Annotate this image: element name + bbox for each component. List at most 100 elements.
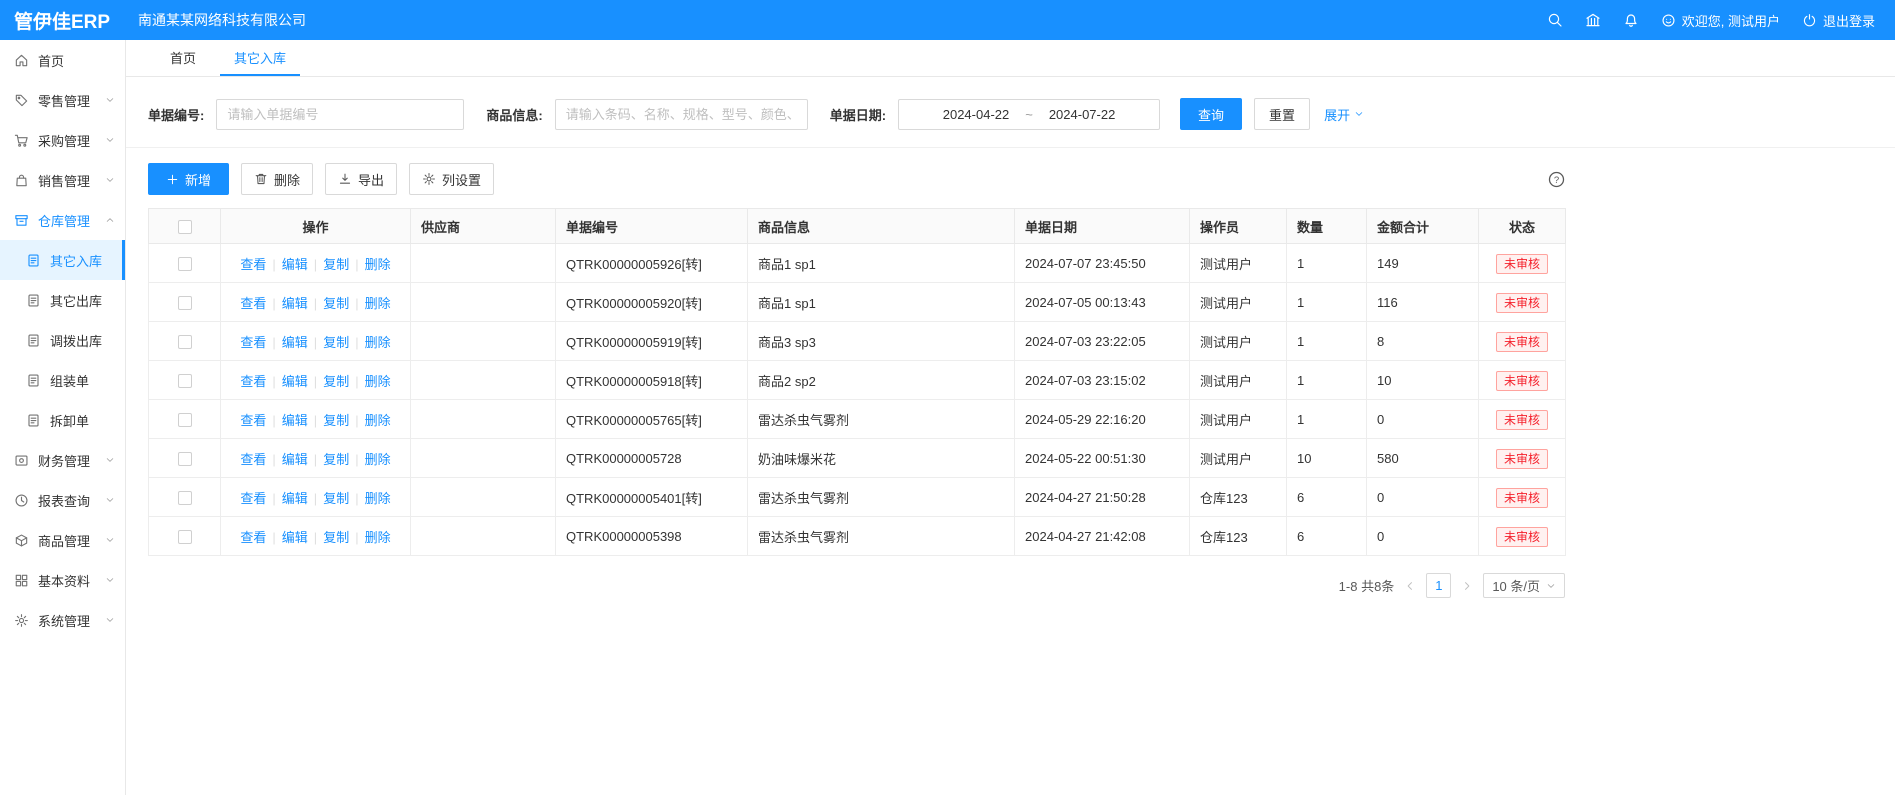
records-table: 操作供应商单据编号商品信息单据日期操作员数量金额合计状态 查看|编辑|复制|删除… [148, 208, 1566, 556]
sidebar-item-finance[interactable]: 财务管理 [0, 440, 125, 480]
sidebar-item-report[interactable]: 报表查询 [0, 480, 125, 520]
goods-input[interactable] [555, 99, 808, 130]
row-action-delete[interactable]: 删除 [365, 257, 391, 272]
table-row: 查看|编辑|复制|删除QTRK00000005728奶油味爆米花2024-05-… [149, 439, 1566, 478]
row-action-view[interactable]: 查看 [240, 452, 266, 467]
row-action-edit[interactable]: 编辑 [282, 413, 308, 428]
sidebar-item-purchase[interactable]: 采购管理 [0, 120, 125, 160]
row-checkbox[interactable] [178, 452, 192, 466]
prev-page-button[interactable] [1404, 580, 1416, 592]
row-checkbox[interactable] [178, 491, 192, 505]
date-start[interactable]: 2024-04-22 [943, 107, 1010, 122]
amount-cell: 0 [1367, 517, 1479, 556]
row-action-copy[interactable]: 复制 [323, 257, 349, 272]
expand-link[interactable]: 展开 [1324, 105, 1364, 124]
row-action-delete[interactable]: 删除 [365, 335, 391, 350]
row-action-view[interactable]: 查看 [240, 257, 266, 272]
page-size-select[interactable]: 10 条/页 [1483, 573, 1565, 598]
row-action-edit[interactable]: 编辑 [282, 452, 308, 467]
row-action-view[interactable]: 查看 [240, 530, 266, 545]
row-action-delete[interactable]: 删除 [365, 374, 391, 389]
row-action-copy[interactable]: 复制 [323, 413, 349, 428]
row-action-edit[interactable]: 编辑 [282, 530, 308, 545]
action-separator: | [272, 413, 275, 428]
table-row: 查看|编辑|复制|删除QTRK00000005919[转]商品3 sp32024… [149, 322, 1566, 361]
sidebar-item-goods[interactable]: 商品管理 [0, 520, 125, 560]
row-action-view[interactable]: 查看 [240, 491, 266, 506]
row-action-view[interactable]: 查看 [240, 413, 266, 428]
search-button[interactable]: 查询 [1180, 98, 1242, 130]
bell-icon[interactable] [1623, 12, 1639, 28]
sidebar-item-warehouse[interactable]: 仓库管理 [0, 200, 125, 240]
row-action-copy[interactable]: 复制 [323, 491, 349, 506]
sidebar-item-sales[interactable]: 销售管理 [0, 160, 125, 200]
row-action-edit[interactable]: 编辑 [282, 335, 308, 350]
row-action-delete[interactable]: 删除 [365, 452, 391, 467]
status-cell: 未审核 [1479, 361, 1566, 400]
sidebar-subitem-other-out[interactable]: 其它出库 [0, 280, 125, 320]
date-range-picker[interactable]: 2024-04-22 ~ 2024-07-22 [898, 99, 1160, 130]
amount-cell: 116 [1367, 283, 1479, 322]
expand-label: 展开 [1324, 105, 1350, 124]
date-end[interactable]: 2024-07-22 [1049, 107, 1116, 122]
export-button[interactable]: 导出 [325, 163, 397, 195]
bank-icon[interactable] [1585, 12, 1601, 28]
column-settings-button[interactable]: 列设置 [409, 163, 494, 195]
row-action-copy[interactable]: 复制 [323, 374, 349, 389]
help-icon[interactable]: ? [1548, 171, 1565, 188]
action-separator: | [272, 530, 275, 545]
page-number[interactable]: 1 [1426, 573, 1451, 598]
sidebar-item-home[interactable]: 首页 [0, 40, 125, 80]
table-row: 查看|编辑|复制|删除QTRK00000005398雷达杀虫气雾剂2024-04… [149, 517, 1566, 556]
bill-no-input[interactable] [216, 99, 464, 130]
sidebar-item-retail[interactable]: 零售管理 [0, 80, 125, 120]
row-action-edit[interactable]: 编辑 [282, 491, 308, 506]
sidebar-item-label: 销售管理 [38, 171, 105, 190]
add-button[interactable]: 新增 [148, 163, 229, 195]
search-icon[interactable] [1547, 12, 1563, 28]
row-action-delete[interactable]: 删除 [365, 296, 391, 311]
row-checkbox[interactable] [178, 413, 192, 427]
row-action-edit[interactable]: 编辑 [282, 374, 308, 389]
status-cell: 未审核 [1479, 322, 1566, 361]
row-checkbox[interactable] [178, 296, 192, 310]
bill-no-cell: QTRK00000005765[转] [556, 400, 748, 439]
sidebar-subitem-assembly[interactable]: 组装单 [0, 360, 125, 400]
chevron-down-icon [105, 175, 115, 185]
sidebar-subitem-transfer-out[interactable]: 调拨出库 [0, 320, 125, 360]
next-page-button[interactable] [1461, 580, 1473, 592]
sidebar-item-system[interactable]: 系统管理 [0, 600, 125, 640]
row-action-delete[interactable]: 删除 [365, 413, 391, 428]
row-action-delete[interactable]: 删除 [365, 491, 391, 506]
row-action-view[interactable]: 查看 [240, 374, 266, 389]
row-action-copy[interactable]: 复制 [323, 452, 349, 467]
date-cell: 2024-07-03 23:22:05 [1015, 322, 1190, 361]
reset-button[interactable]: 重置 [1254, 98, 1310, 130]
tab-home[interactable]: 首页 [156, 40, 210, 76]
sidebar-item-basic[interactable]: 基本资料 [0, 560, 125, 600]
row-action-edit[interactable]: 编辑 [282, 257, 308, 272]
purchase-icon [14, 133, 30, 148]
action-separator: | [355, 296, 358, 311]
row-checkbox[interactable] [178, 335, 192, 349]
sidebar-subitem-disassembly[interactable]: 拆卸单 [0, 400, 125, 440]
row-action-copy[interactable]: 复制 [323, 335, 349, 350]
row-action-view[interactable]: 查看 [240, 296, 266, 311]
supplier-cell [411, 322, 556, 361]
column-settings-label: 列设置 [442, 170, 481, 189]
sidebar-subitem-other-in[interactable]: 其它入库 [0, 240, 125, 280]
row-action-copy[interactable]: 复制 [323, 530, 349, 545]
row-action-view[interactable]: 查看 [240, 335, 266, 350]
row-checkbox[interactable] [178, 374, 192, 388]
row-action-delete[interactable]: 删除 [365, 530, 391, 545]
row-action-copy[interactable]: 复制 [323, 296, 349, 311]
row-action-edit[interactable]: 编辑 [282, 296, 308, 311]
tab-other-in[interactable]: 其它入库 [220, 40, 300, 76]
logout-button[interactable]: 退出登录 [1802, 11, 1875, 30]
welcome-user[interactable]: 欢迎您, 测试用户 [1661, 11, 1780, 30]
row-checkbox[interactable] [178, 530, 192, 544]
row-checkbox[interactable] [178, 257, 192, 271]
doc-icon [26, 253, 42, 268]
delete-button[interactable]: 删除 [241, 163, 313, 195]
select-all-checkbox[interactable] [178, 220, 192, 234]
